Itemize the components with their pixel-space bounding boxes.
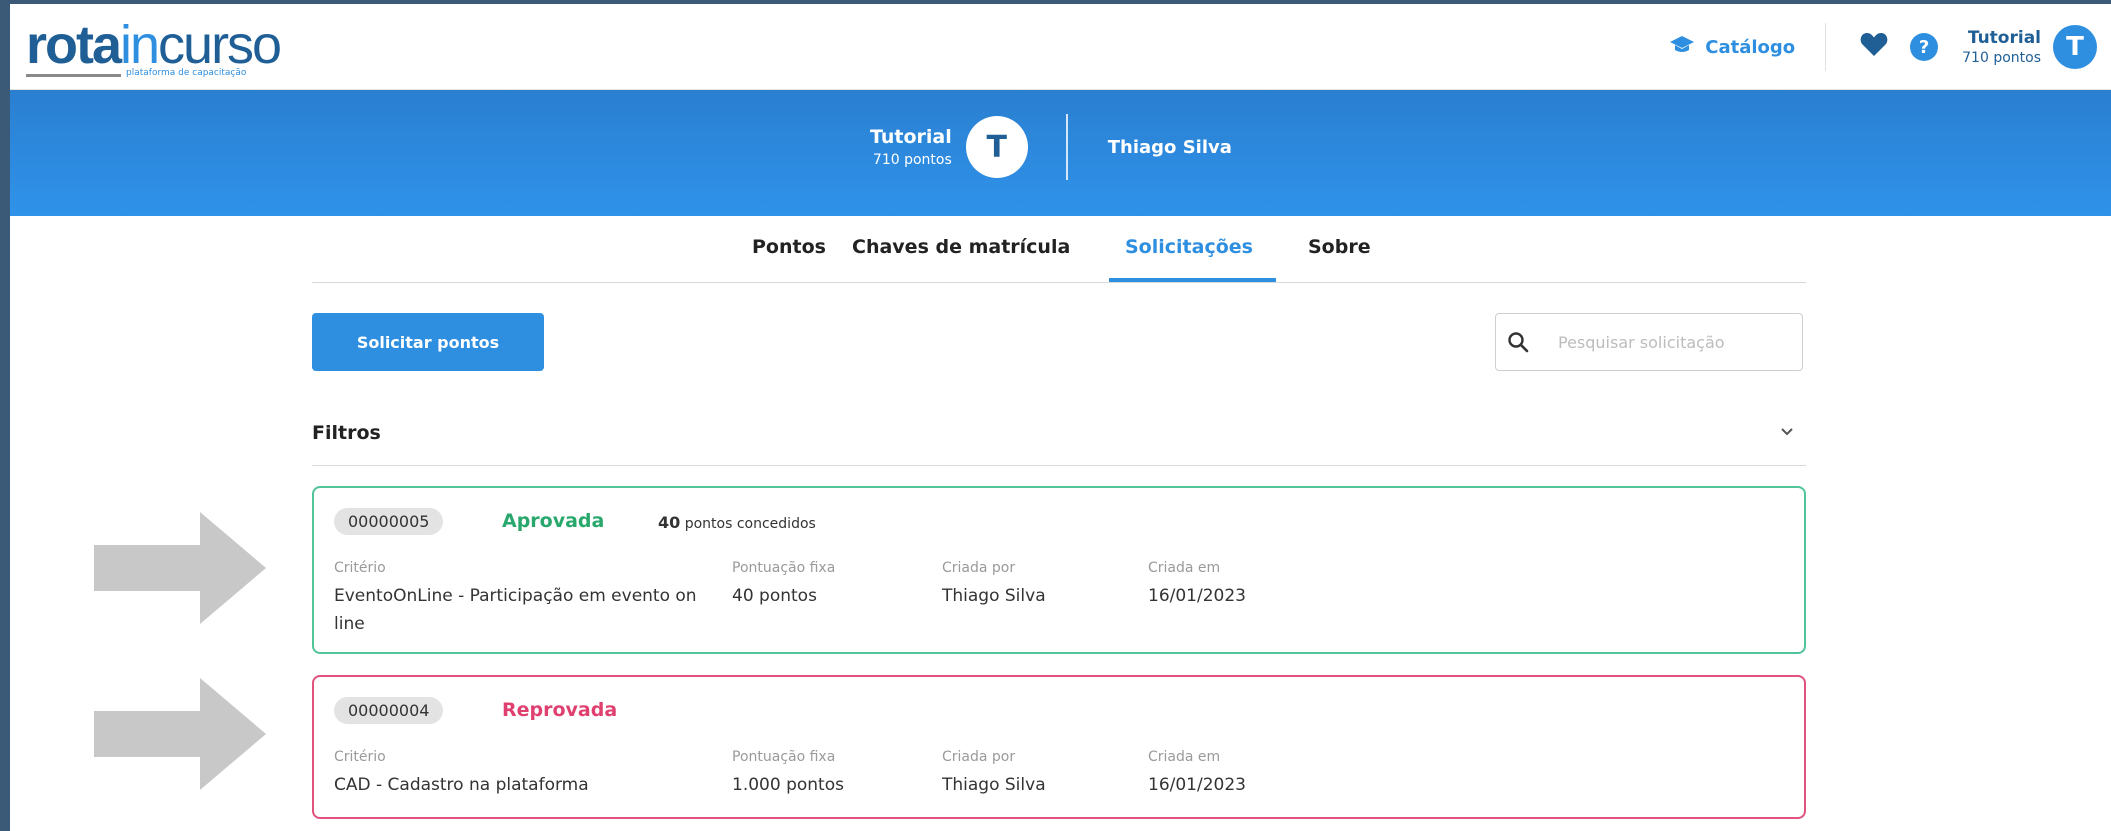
created-by-label: Criada por: [942, 560, 1016, 576]
created-at-value: 16/01/2023: [1148, 586, 1246, 606]
created-at-field: Criada em 16/01/2023: [1148, 749, 1246, 799]
criterion-field: Critério CAD - Cadastro na plataforma: [334, 749, 714, 799]
criterion-label: Critério: [334, 560, 386, 576]
profile-person-name: Thiago Silva: [1107, 136, 1232, 158]
top-user-name: Tutorial: [1967, 28, 2041, 48]
search-box[interactable]: [1495, 313, 1803, 371]
score-value: 1.000 pontos: [732, 775, 844, 795]
score-field: Pontuação fixa 40 pontos: [732, 560, 835, 610]
profile-header: Tutorial 710 pontos T Thiago Silva: [10, 90, 2111, 216]
search-input[interactable]: [1558, 332, 1778, 352]
created-by-value: Thiago Silva: [942, 586, 1046, 606]
tab-bar: Pontos Chaves de matrícula Solicitações …: [312, 216, 1806, 283]
created-at-value: 16/01/2023: [1148, 775, 1246, 795]
search-icon: [1496, 331, 1540, 353]
arrow-right-icon: [94, 512, 266, 624]
granted-points-text: pontos concedidos: [684, 516, 816, 532]
created-by-field: Criada por Thiago Silva: [942, 560, 1046, 610]
score-label: Pontuação fixa: [732, 749, 836, 765]
catalog-label: Catálogo: [1705, 36, 1796, 58]
status-badge: Reprovada: [502, 699, 618, 721]
created-by-field: Criada por Thiago Silva: [942, 749, 1046, 799]
filters-section[interactable]: Filtros: [312, 410, 1806, 466]
created-by-label: Criada por: [942, 749, 1016, 765]
catalog-link[interactable]: Catálogo: [1669, 35, 1795, 60]
help-icon[interactable]: ?: [1910, 33, 1939, 61]
created-at-label: Criada em: [1148, 560, 1221, 576]
avatar[interactable]: T: [2053, 25, 2097, 69]
tab-sobre[interactable]: Sobre: [1308, 236, 1371, 258]
divider: [1825, 23, 1827, 71]
filters-label: Filtros: [312, 422, 381, 444]
score-value: 40 pontos: [732, 586, 817, 606]
profile-user-points: 710 pontos: [872, 152, 952, 168]
arrow-right-icon: [94, 678, 266, 790]
chevron-down-icon[interactable]: [1778, 422, 1796, 444]
profile-user-info: Tutorial 710 pontos: [870, 126, 952, 168]
request-id-badge: 00000005: [334, 508, 444, 535]
request-card-rejected[interactable]: 00000004 Reprovada Critério CAD - Cadast…: [312, 675, 1806, 819]
tab-pontos[interactable]: Pontos: [752, 236, 826, 258]
top-bar: rotaincurso plataforma de capacitação Ca…: [10, 4, 2111, 90]
logo-tagline: plataforma de capacitação: [126, 68, 247, 78]
profile-user-name: Tutorial: [870, 126, 952, 148]
top-user-points: 710 pontos: [1962, 50, 2041, 66]
graduation-cap-icon: [1669, 35, 1695, 60]
tab-solicitacoes[interactable]: Solicitações: [1125, 236, 1253, 258]
top-right-actions: Catálogo ? Tutorial 710 pontos T: [1669, 4, 2111, 90]
created-at-field: Criada em 16/01/2023: [1148, 560, 1246, 610]
status-badge: Aprovada: [502, 510, 605, 532]
request-points-button[interactable]: Solicitar pontos: [312, 313, 544, 371]
logo-underline: [26, 74, 121, 77]
profile-divider: [1065, 114, 1068, 180]
top-user-info[interactable]: Tutorial 710 pontos: [1962, 28, 2041, 66]
criterion-value: CAD - Cadastro na plataforma: [334, 775, 589, 795]
profile-avatar: T: [965, 116, 1028, 178]
profile-header-content: Tutorial 710 pontos T Thiago Silva: [870, 114, 1232, 180]
score-label: Pontuação fixa: [732, 560, 836, 576]
created-at-label: Criada em: [1148, 749, 1221, 765]
granted-points: 40 pontos concedidos: [658, 513, 816, 532]
logo-wordmark: rotaincurso: [26, 15, 282, 75]
active-tab-indicator: [1109, 278, 1276, 282]
granted-points-value: 40: [658, 513, 681, 532]
heart-icon[interactable]: [1860, 31, 1888, 64]
criterion-value: EventoOnLine - Participação em evento on…: [334, 586, 697, 634]
criterion-label: Critério: [334, 749, 386, 765]
score-field: Pontuação fixa 1.000 pontos: [732, 749, 844, 799]
logo[interactable]: rotaincurso plataforma de capacitação: [26, 15, 282, 78]
created-by-value: Thiago Silva: [942, 775, 1046, 795]
criterion-field: Critério EventoOnLine - Participação em …: [334, 560, 714, 638]
request-card-approved[interactable]: 00000005 Aprovada 40 pontos concedidos C…: [312, 486, 1806, 654]
tab-chaves-de-matricula[interactable]: Chaves de matrícula: [852, 236, 1070, 258]
request-id-badge: 00000004: [334, 697, 444, 724]
